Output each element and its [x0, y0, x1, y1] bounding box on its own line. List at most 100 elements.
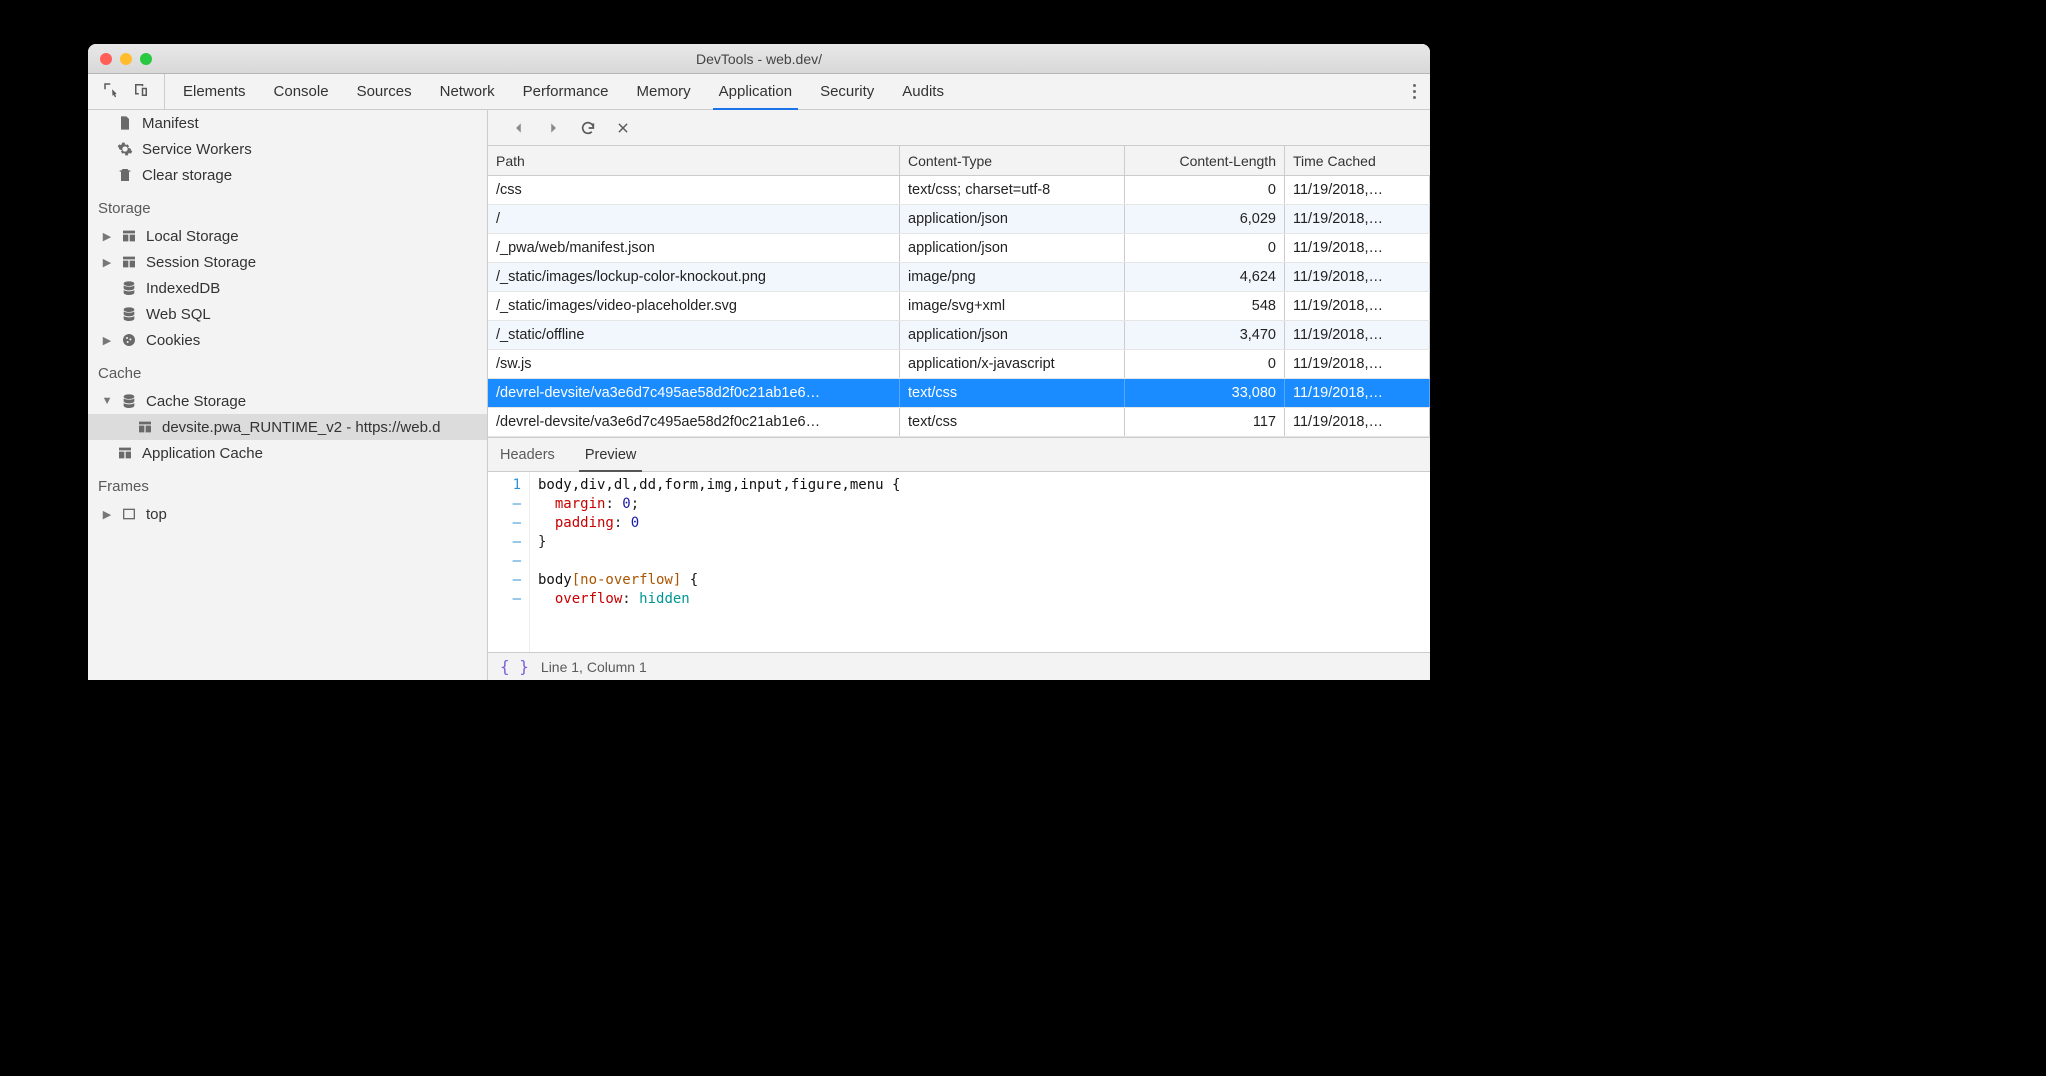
column-header-content-length[interactable]: Content-Length [1125, 146, 1285, 175]
cell-content-length: 548 [1125, 292, 1285, 320]
sidebar-item-local-storage[interactable]: ▶ Local Storage [88, 223, 487, 249]
table-body: /csstext/css; charset=utf-8011/19/2018,…… [488, 176, 1430, 437]
table-row[interactable]: /csstext/css; charset=utf-8011/19/2018,… [488, 176, 1430, 205]
tab-headers[interactable]: Headers [488, 438, 567, 471]
cell-content-length: 0 [1125, 176, 1285, 204]
frame-icon [120, 505, 138, 523]
storage-icon [120, 331, 138, 349]
tab-security[interactable]: Security [806, 74, 888, 109]
cell-time-cached: 11/19/2018,… [1285, 321, 1430, 349]
cell-path: / [488, 205, 900, 233]
minimize-window-button[interactable] [120, 53, 132, 65]
storage-icon [120, 305, 138, 323]
sidebar-item-label: devsite.pwa_RUNTIME_v2 - https://web.d [162, 419, 440, 436]
storage-icon [120, 253, 138, 271]
sidebar-group-frames: Frames [88, 466, 487, 501]
cell-path: /sw.js [488, 350, 900, 378]
table-row[interactable]: /_pwa/web/manifest.jsonapplication/json0… [488, 234, 1430, 263]
disclosure-triangle-icon[interactable]: ▶ [102, 256, 112, 269]
tab-elements[interactable]: Elements [169, 74, 260, 109]
refresh-button[interactable] [580, 120, 596, 136]
nav-back-button[interactable] [512, 121, 526, 135]
sidebar-group-storage: Storage [88, 188, 487, 223]
cell-content-type: text/css; charset=utf-8 [900, 176, 1125, 204]
sidebar-item-frame-top[interactable]: ▶ top [88, 501, 487, 527]
sidebar-item-cookies[interactable]: ▶ Cookies [88, 327, 487, 353]
table-row[interactable]: /application/json6,02911/19/2018,… [488, 205, 1430, 234]
sidebar-item-service-workers[interactable]: Service Workers [88, 136, 487, 162]
disclosure-triangle-icon[interactable]: ▶ [102, 230, 112, 243]
cell-content-length: 3,470 [1125, 321, 1285, 349]
code-token: padding [555, 515, 614, 531]
cell-content-type: image/png [900, 263, 1125, 291]
cell-content-type: text/css [900, 379, 1125, 407]
column-header-path[interactable]: Path [488, 146, 900, 175]
disclosure-triangle-icon[interactable]: ▶ [102, 334, 112, 347]
zoom-window-button[interactable] [140, 53, 152, 65]
code-token: [no-overflow] [572, 572, 682, 588]
code-token: { [681, 572, 698, 588]
code-line: } [538, 534, 546, 550]
code-token: 0 [622, 496, 630, 512]
tab-sources[interactable]: Sources [343, 74, 426, 109]
preview-tabs: Headers Preview [488, 438, 1430, 472]
cell-content-length: 6,029 [1125, 205, 1285, 233]
trash-icon [116, 166, 134, 184]
cell-time-cached: 11/19/2018,… [1285, 234, 1430, 262]
table-row[interactable]: /_static/offlineapplication/json3,47011/… [488, 321, 1430, 350]
code-editor[interactable]: 1–––––– body,div,dl,dd,form,img,input,fi… [488, 472, 1430, 652]
sidebar-item-cache-instance[interactable]: devsite.pwa_RUNTIME_v2 - https://web.d [88, 414, 487, 440]
pretty-print-icon[interactable]: { } [500, 657, 529, 676]
database-icon [120, 392, 138, 410]
more-options-icon[interactable] [1413, 84, 1416, 99]
cell-time-cached: 11/19/2018,… [1285, 379, 1430, 407]
table-row[interactable]: /devrel-devsite/va3e6d7c495ae58d2f0c21ab… [488, 379, 1430, 408]
main-content: Path Content-Type Content-Length Time Ca… [488, 110, 1430, 680]
storage-icon [120, 227, 138, 245]
column-header-content-type[interactable]: Content-Type [900, 146, 1125, 175]
sidebar-item-label: Web SQL [146, 306, 211, 323]
table-row[interactable]: /sw.jsapplication/x-javascript011/19/201… [488, 350, 1430, 379]
table-icon [116, 444, 134, 462]
cell-path: /_static/images/lockup-color-knockout.pn… [488, 263, 900, 291]
cell-content-length: 33,080 [1125, 379, 1285, 407]
code-token: margin [555, 496, 606, 512]
tab-performance[interactable]: Performance [509, 74, 623, 109]
nav-forward-button[interactable] [546, 121, 560, 135]
cell-content-type: application/x-javascript [900, 350, 1125, 378]
tab-audits[interactable]: Audits [888, 74, 958, 109]
panel-tabs: ElementsConsoleSourcesNetworkPerformance… [165, 74, 1399, 109]
table-row[interactable]: /_static/images/lockup-color-knockout.pn… [488, 263, 1430, 292]
table-row[interactable]: /devrel-devsite/va3e6d7c495ae58d2f0c21ab… [488, 408, 1430, 437]
tab-application[interactable]: Application [705, 74, 806, 109]
window-controls [88, 53, 152, 65]
devtools-window: DevTools - web.dev/ ElementsConsoleSourc… [88, 44, 1430, 680]
column-header-time-cached[interactable]: Time Cached [1285, 146, 1430, 175]
tab-memory[interactable]: Memory [623, 74, 705, 109]
cell-time-cached: 11/19/2018,… [1285, 263, 1430, 291]
table-row[interactable]: /_static/images/video-placeholder.svgima… [488, 292, 1430, 321]
disclosure-triangle-icon[interactable]: ▶ [102, 508, 112, 521]
tab-preview[interactable]: Preview [573, 438, 649, 471]
tab-network[interactable]: Network [426, 74, 509, 109]
sidebar-item-clear-storage[interactable]: Clear storage [88, 162, 487, 188]
tab-console[interactable]: Console [260, 74, 343, 109]
code-token: overflow [555, 591, 622, 607]
application-sidebar: Manifest Service Workers Clear storage S… [88, 110, 488, 680]
disclosure-triangle-icon[interactable]: ▼ [102, 395, 112, 407]
sidebar-item-web-sql[interactable]: Web SQL [88, 301, 487, 327]
cell-path: /_static/offline [488, 321, 900, 349]
sidebar-item-application-cache[interactable]: Application Cache [88, 440, 487, 466]
delete-button[interactable] [616, 121, 630, 135]
cell-path: /_pwa/web/manifest.json [488, 234, 900, 262]
sidebar-item-indexeddb[interactable]: IndexedDB [88, 275, 487, 301]
sidebar-item-cache-storage[interactable]: ▼ Cache Storage [88, 388, 487, 414]
inspect-element-icon[interactable] [102, 81, 120, 103]
sidebar-item-session-storage[interactable]: ▶Session Storage [88, 249, 487, 275]
sidebar-item-label: Cookies [146, 332, 200, 349]
toggle-device-icon[interactable] [132, 81, 150, 103]
sidebar-item-label: Local Storage [146, 228, 239, 245]
gear-icon [116, 140, 134, 158]
close-window-button[interactable] [100, 53, 112, 65]
sidebar-item-manifest[interactable]: Manifest [88, 110, 487, 136]
